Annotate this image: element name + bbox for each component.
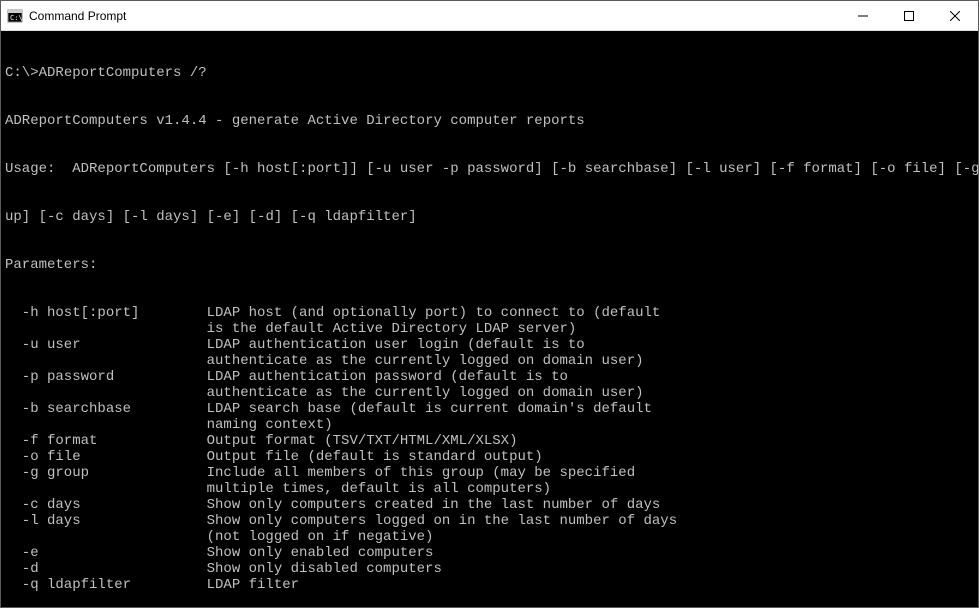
param-desc: Output format (TSV/TXT/HTML/XML/XLSX) xyxy=(207,433,518,449)
param-flag: -p password xyxy=(5,369,207,385)
param-desc: Include all members of this group (may b… xyxy=(207,465,635,481)
param-desc: Show only enabled computers xyxy=(207,545,434,561)
param-desc: Show only disabled computers xyxy=(207,561,442,577)
terminal-output[interactable]: C:\>ADReportComputers /? ADReportCompute… xyxy=(1,31,978,607)
param-desc: Show only computers created in the last … xyxy=(207,497,661,513)
param-flag xyxy=(5,321,207,337)
param-desc: (not logged on if negative) xyxy=(207,529,434,545)
prompt-line: C:\>ADReportComputers /? xyxy=(5,65,974,81)
param-row: -q ldapfilter LDAP filter xyxy=(5,577,974,593)
param-desc: is the default Active Directory LDAP ser… xyxy=(207,321,577,337)
param-flag: -u user xyxy=(5,337,207,353)
param-flag: -f format xyxy=(5,433,207,449)
param-flag: -g group xyxy=(5,465,207,481)
param-flag xyxy=(5,385,207,401)
close-button[interactable] xyxy=(932,1,978,31)
param-row: -p password LDAP authentication password… xyxy=(5,369,974,385)
param-flag: -b searchbase xyxy=(5,401,207,417)
param-desc: LDAP search base (default is current dom… xyxy=(207,401,652,417)
param-desc: authenticate as the currently logged on … xyxy=(207,385,644,401)
param-desc: LDAP authentication user login (default … xyxy=(207,337,585,353)
param-desc: LDAP authentication password (default is… xyxy=(207,369,568,385)
param-flag xyxy=(5,529,207,545)
param-flag xyxy=(5,481,207,497)
usage-line: Usage: ADReportComputers [-h host[:port]… xyxy=(5,161,974,177)
param-row: authenticate as the currently logged on … xyxy=(5,385,974,401)
param-row: -g group Include all members of this gro… xyxy=(5,465,974,481)
param-row: -u user LDAP authentication user login (… xyxy=(5,337,974,353)
maximize-button[interactable] xyxy=(886,1,932,31)
param-flag: -e xyxy=(5,545,207,561)
param-desc: LDAP host (and optionally port) to conne… xyxy=(207,305,661,321)
param-row: (not logged on if negative) xyxy=(5,529,974,545)
titlebar[interactable]: C:\ Command Prompt xyxy=(1,1,978,31)
param-desc: Show only computers logged on in the las… xyxy=(207,513,677,529)
param-row: -e Show only enabled computers xyxy=(5,545,974,561)
param-row: -f format Output format (TSV/TXT/HTML/XM… xyxy=(5,433,974,449)
param-flag: -d xyxy=(5,561,207,577)
minimize-button[interactable] xyxy=(840,1,886,31)
param-desc: naming context) xyxy=(207,417,333,433)
param-row: -h host[:port] LDAP host (and optionally… xyxy=(5,305,974,321)
param-row: -o file Output file (default is standard… xyxy=(5,449,974,465)
param-row: authenticate as the currently logged on … xyxy=(5,353,974,369)
prompt: C:\> xyxy=(5,65,39,81)
param-row: -c days Show only computers created in t… xyxy=(5,497,974,513)
svg-text:C:\: C:\ xyxy=(10,14,23,22)
param-row: -l days Show only computers logged on in… xyxy=(5,513,974,529)
param-row: naming context) xyxy=(5,417,974,433)
param-flag: -o file xyxy=(5,449,207,465)
command-prompt-window: C:\ Command Prompt C:\>ADReportComputers… xyxy=(0,0,979,608)
param-row: multiple times, default is all computers… xyxy=(5,481,974,497)
param-flag: -c days xyxy=(5,497,207,513)
window-title: Command Prompt xyxy=(29,9,126,23)
param-row: is the default Active Directory LDAP ser… xyxy=(5,321,974,337)
parameters-list: -h host[:port] LDAP host (and optionally… xyxy=(5,305,974,593)
param-flag xyxy=(5,417,207,433)
command-prompt-icon: C:\ xyxy=(7,8,23,24)
parameters-label: Parameters: xyxy=(5,257,974,273)
param-flag: -h host[:port] xyxy=(5,305,207,321)
usage-line: up] [-c days] [-l days] [-e] [-d] [-q ld… xyxy=(5,209,974,225)
param-row: -d Show only disabled computers xyxy=(5,561,974,577)
param-desc: authenticate as the currently logged on … xyxy=(207,353,644,369)
param-desc: LDAP filter xyxy=(207,577,299,593)
param-flag: -l days xyxy=(5,513,207,529)
param-desc: Output file (default is standard output) xyxy=(207,449,543,465)
param-row: -b searchbase LDAP search base (default … xyxy=(5,401,974,417)
param-flag: -q ldapfilter xyxy=(5,577,207,593)
param-flag xyxy=(5,353,207,369)
param-desc: multiple times, default is all computers… xyxy=(207,481,551,497)
program-header: ADReportComputers v1.4.4 - generate Acti… xyxy=(5,113,974,129)
command-text: ADReportComputers /? xyxy=(39,65,207,81)
